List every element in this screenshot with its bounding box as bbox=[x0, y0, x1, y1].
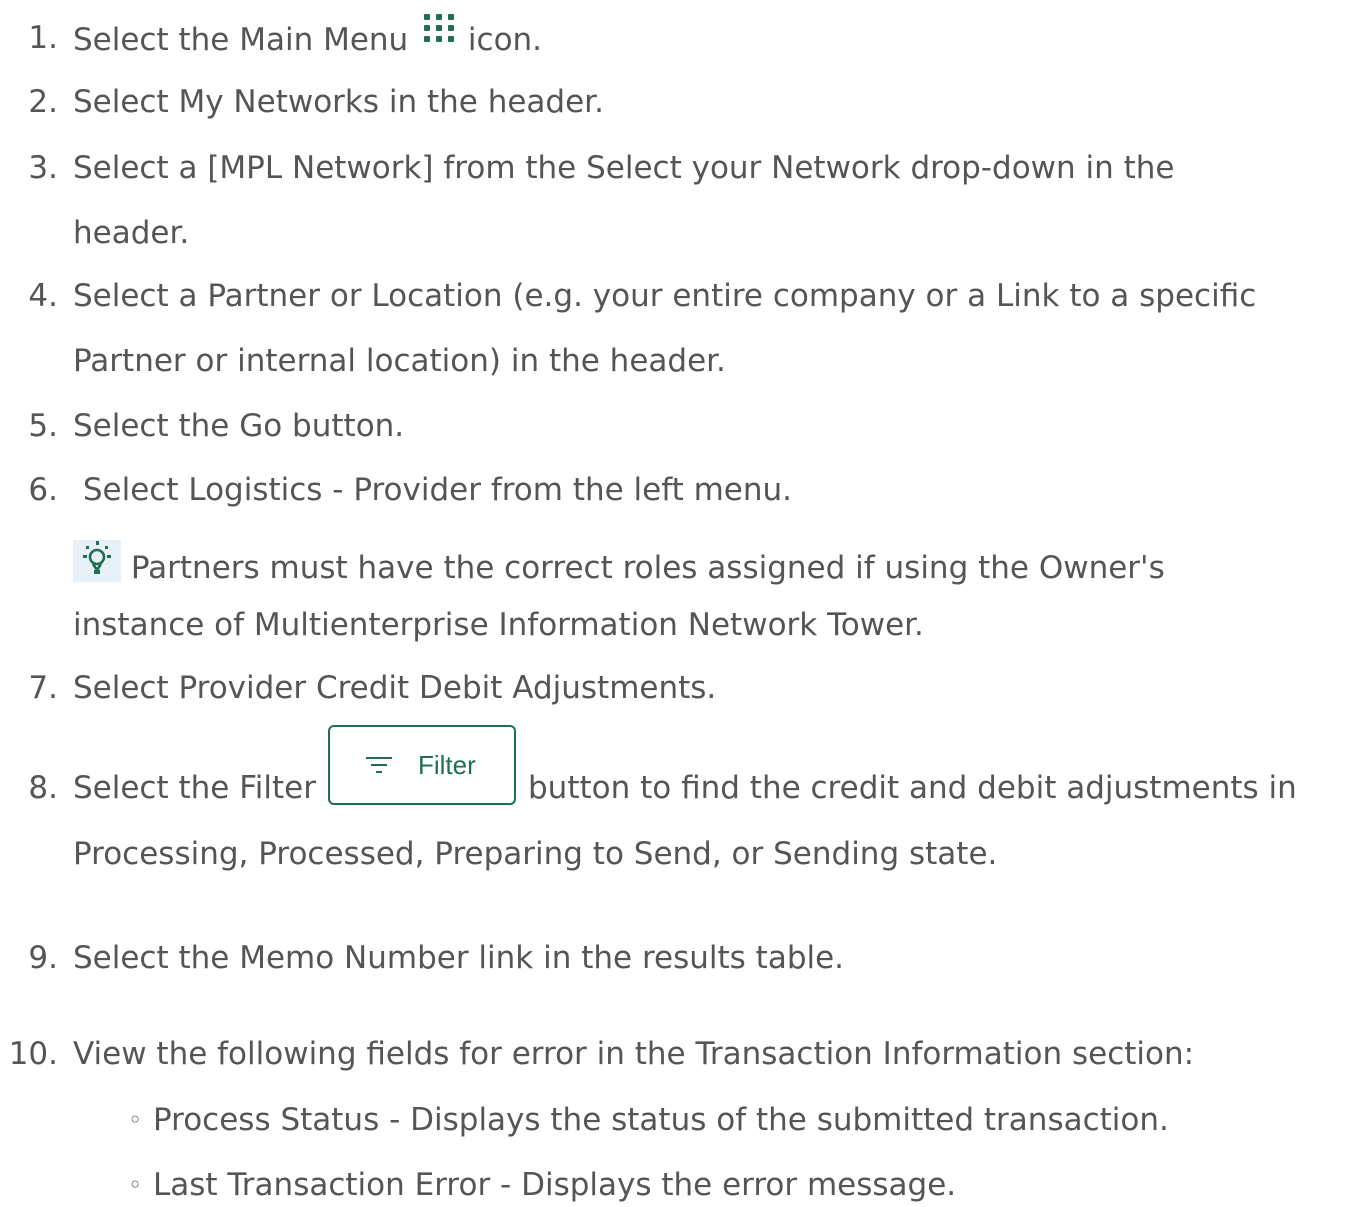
step-text: Select Logistics - Provider from the lef… bbox=[73, 472, 793, 508]
filter-lines-icon bbox=[366, 757, 392, 778]
filter-button[interactable]: Filter bbox=[328, 725, 516, 805]
step-number: 8. bbox=[28, 770, 58, 806]
step-text: Select Provider Credit Debit Adjustments… bbox=[73, 670, 717, 706]
step-text-end: button to find the credit and debit adju… bbox=[528, 770, 1297, 806]
tip-text: instance of Multienterprise Information … bbox=[73, 607, 924, 643]
step-text: Select the Go button. bbox=[73, 408, 405, 444]
step-number: 4. bbox=[28, 278, 58, 314]
step-number: 10. bbox=[8, 1036, 58, 1072]
step-text: Select My Networks in the header. bbox=[73, 84, 604, 120]
grid-dots-icon bbox=[418, 14, 458, 54]
bullet-circle-icon: ◦ bbox=[128, 1171, 143, 1199]
step-text: Select a [MPL Network] from the Select y… bbox=[73, 150, 1175, 186]
step-number: 5. bbox=[28, 408, 58, 444]
lightbulb-icon bbox=[73, 540, 121, 582]
tip-text: Partners must have the correct roles ass… bbox=[130, 550, 1165, 586]
step-text: header. bbox=[73, 215, 190, 251]
step-text: Select a Partner or Location (e.g. your … bbox=[73, 278, 1257, 314]
step-text: View the following fields for error in t… bbox=[73, 1036, 1195, 1072]
step-number: 9. bbox=[28, 940, 58, 976]
step-text: Select the Memo Number link in the resul… bbox=[73, 940, 845, 976]
step-text: Processing, Processed, Preparing to Send… bbox=[73, 836, 998, 872]
step-text: Partner or internal location) in the hea… bbox=[73, 343, 726, 379]
step-number: 1. bbox=[28, 20, 58, 56]
step-number: 3. bbox=[28, 150, 58, 186]
step-number: 6. bbox=[28, 472, 58, 508]
step-text: Select the Filter bbox=[73, 770, 316, 806]
sub-item-text: Last Transaction Error - Displays the er… bbox=[153, 1167, 957, 1203]
filter-button-label: Filter bbox=[418, 750, 476, 780]
step-text: Select the Main Menu bbox=[73, 22, 409, 58]
sub-item-text: Process Status - Displays the status of … bbox=[153, 1102, 1169, 1138]
step-text-end: icon. bbox=[467, 22, 543, 58]
bullet-circle-icon: ◦ bbox=[128, 1106, 143, 1134]
step-number: 2. bbox=[28, 84, 58, 120]
step-number: 7. bbox=[28, 670, 58, 706]
